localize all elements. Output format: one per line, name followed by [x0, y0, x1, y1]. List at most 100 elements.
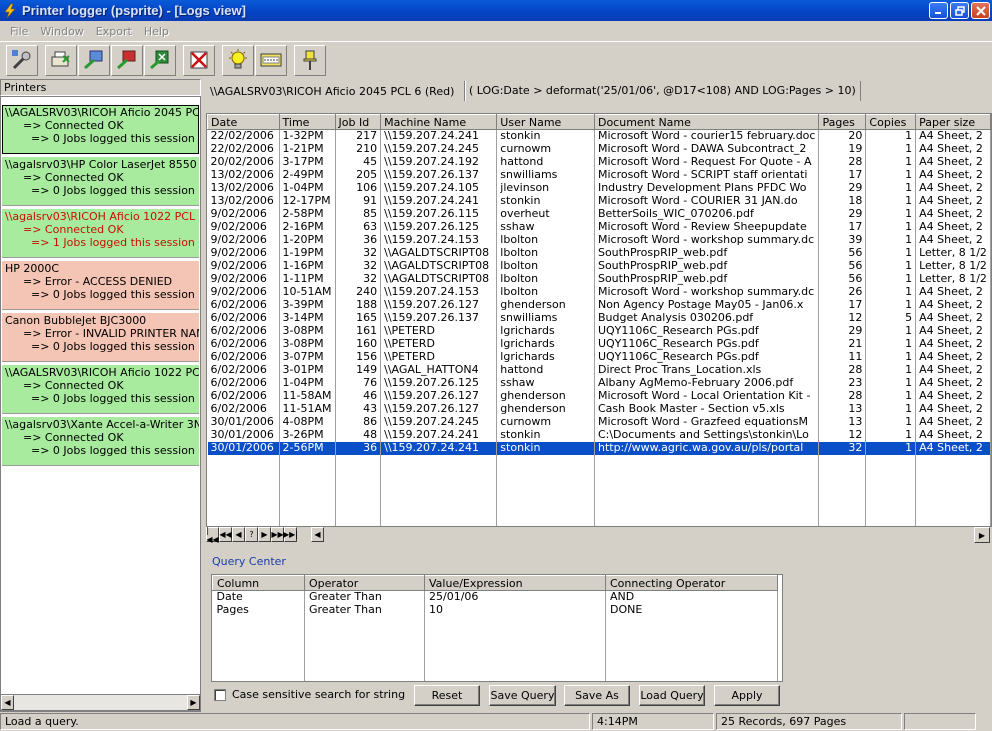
query-cell[interactable]: AND [605, 590, 778, 604]
view-log-button[interactable] [255, 44, 287, 76]
query-cell[interactable]: Pages [212, 603, 305, 617]
connect-printer-button[interactable] [78, 44, 110, 76]
next-record-button[interactable]: ▶ [258, 527, 271, 542]
log-row[interactable]: 22/02/2006 1-21PM 210 \\159.207.24.245 curno… [207, 142, 991, 156]
log-grid[interactable]: Date Time Job Id Machine Name User Name Docum… [206, 113, 992, 543]
prev-page-button[interactable]: ◀◀ [219, 527, 232, 542]
menu-window[interactable]: Window [34, 25, 89, 38]
query-cell[interactable]: 25/01/06 [424, 590, 606, 604]
column-header[interactable]: Machine Name [380, 114, 498, 130]
printer-entry[interactable]: \\agalsrv03\RICOH Aficio 1022 PCL 6 (=> … [2, 209, 199, 258]
log-row[interactable]: 6/02/2006 3-08PM 160 \\PETERD lgrichards UQY1… [207, 337, 991, 351]
column-header[interactable]: Pages [818, 114, 867, 130]
add-printer-button[interactable] [45, 44, 77, 76]
grid-scroll-right-button[interactable]: ▶ [974, 527, 990, 543]
log-cell: lbolton [496, 259, 595, 273]
save-as-button[interactable]: Save As [564, 685, 630, 706]
column-header[interactable]: Document Name [593, 114, 820, 130]
tip-button[interactable] [222, 44, 254, 76]
log-row[interactable]: 9/02/2006 1-11PM 32 \\AGALDTSCRIPT08 lbolton… [207, 272, 991, 286]
query-button[interactable]: ? [245, 527, 258, 542]
printer-entry[interactable]: HP 2000C => Error - ACCESS DENIED => 0 Job… [2, 261, 199, 310]
log-cell: 32 [335, 246, 382, 260]
load-query-button[interactable]: Load Query [639, 685, 705, 706]
log-row[interactable]: 9/02/2006 1-16PM 32 \\AGALDTSCRIPT08 lbolton… [207, 259, 991, 273]
query-cell[interactable]: Greater Than [304, 590, 425, 604]
delete-button[interactable] [183, 44, 215, 76]
query-conditions-grid[interactable]: Column Operator Value/Expression Connecting… [211, 574, 783, 682]
log-cell: 6/02/2006 [207, 376, 280, 390]
column-header[interactable]: Paper size [915, 114, 991, 130]
log-row[interactable]: 30/01/2006 4-08PM 86 \\159.207.24.245 curnow… [207, 415, 991, 429]
log-cell: A4 Sheet, 2 [915, 142, 991, 156]
pin-button[interactable] [294, 44, 326, 76]
log-row[interactable]: 9/02/2006 2-58PM 85 \\159.207.26.115 overheu… [207, 207, 991, 221]
log-row[interactable]: 22/02/2006 1-32PM 217 \\159.207.24.241 stonk… [207, 129, 991, 143]
column-header[interactable]: Copies [865, 114, 917, 130]
log-cell: 3-17PM [279, 155, 336, 169]
log-row[interactable]: 9/02/2006 1-19PM 32 \\AGALDTSCRIPT08 lbolton… [207, 246, 991, 260]
log-row[interactable]: 20/02/2006 3-17PM 45 \\159.207.24.192 hatton… [207, 155, 991, 169]
settings-tool-button[interactable] [6, 44, 38, 76]
scroll-left-button[interactable]: ◀ [1, 695, 14, 710]
printer-entry[interactable]: \\agalsrv03\HP Color LaserJet 8550 PS => … [2, 157, 199, 206]
log-row[interactable]: 13/02/2006 2-49PM 205 \\159.207.26.137 snwil… [207, 168, 991, 182]
printers-list[interactable]: \\AGALSRV03\RICOH Aficio 2045 PCL => Conn… [0, 96, 201, 712]
column-header[interactable]: Time [278, 114, 336, 130]
title-bar[interactable]: Printer logger (psprite) - [Logs view] [0, 0, 992, 21]
printer-entry[interactable]: \\AGALSRV03\RICOH Aficio 1022 PCL => Conn… [2, 365, 199, 414]
menu-help[interactable]: Help [138, 25, 175, 38]
log-row[interactable]: 6/02/2006 3-14PM 165 \\159.207.26.137 snwill… [207, 311, 991, 325]
log-row[interactable]: 9/02/2006 10-51AM 240 \\159.207.24.153 lbolt… [207, 285, 991, 299]
first-record-button[interactable]: |◀◀ [206, 526, 219, 544]
log-cell: 23 [818, 376, 867, 390]
prev-record-button[interactable]: ◀ [232, 527, 245, 542]
query-row[interactable]: Date Greater Than 25/01/06 AND [212, 590, 778, 604]
log-row[interactable]: 13/02/2006 12-17PM 91 \\159.207.24.241 stonk… [207, 194, 991, 208]
log-row[interactable]: 13/02/2006 1-04PM 106 \\159.207.24.105 jlevi… [207, 181, 991, 195]
apply-button[interactable]: Apply [714, 685, 780, 706]
menu-file[interactable]: File [4, 25, 34, 38]
remove-printer-button[interactable] [111, 44, 143, 76]
log-row[interactable]: 6/02/2006 3-01PM 149 \\AGAL_HATTON4 hattond D… [207, 363, 991, 377]
log-cell: Microsoft Word - workshop summary.dc [594, 233, 820, 247]
log-row[interactable]: 6/02/2006 3-07PM 156 \\PETERD lgrichards UQY1… [207, 350, 991, 364]
grid-scroll-left-button[interactable]: ◀ [311, 527, 324, 542]
log-row[interactable]: 6/02/2006 11-51AM 43 \\159.207.26.127 ghende… [207, 402, 991, 416]
case-sensitive-option[interactable]: Case sensitive search for string [214, 688, 405, 701]
menu-export[interactable]: Export [90, 25, 138, 38]
scroll-right-button[interactable]: ▶ [187, 695, 200, 710]
column-header[interactable]: User Name [496, 114, 595, 130]
log-row[interactable]: 6/02/2006 3-08PM 161 \\PETERD lgrichards UQY1… [207, 324, 991, 338]
log-row[interactable]: 9/02/2006 2-16PM 63 \\159.207.26.125 sshaw Mi… [207, 220, 991, 234]
close-button[interactable] [971, 2, 990, 19]
minimize-button[interactable] [929, 2, 948, 19]
log-row[interactable]: 9/02/2006 1-20PM 36 \\159.207.24.153 lbolton… [207, 233, 991, 247]
query-cell[interactable]: 10 [424, 603, 606, 617]
log-row[interactable]: 30/01/2006 3-26PM 48 \\159.207.24.241 stonki… [207, 428, 991, 442]
printer-entry[interactable]: Canon BubbleJet BJC3000 => Error - INVALI… [2, 313, 199, 362]
case-sensitive-checkbox[interactable] [214, 688, 226, 701]
export-excel-button[interactable] [144, 44, 176, 76]
column-header[interactable]: Date [207, 114, 280, 130]
restore-button[interactable] [950, 2, 969, 19]
save-query-button[interactable]: Save Query [489, 685, 556, 706]
log-cell: \\PETERD [380, 324, 498, 338]
query-row[interactable]: Pages Greater Than 10 DONE [212, 603, 778, 617]
last-record-button[interactable]: ▶▶| [283, 527, 298, 542]
log-cell: 1 [865, 142, 917, 156]
query-cell[interactable]: Greater Than [304, 603, 425, 617]
log-cell: 1-11PM [279, 272, 336, 286]
log-row[interactable]: 30/01/2006 2-56PM 36 \\159.207.24.241 stonki… [207, 441, 991, 455]
query-cell[interactable]: Date [212, 590, 305, 604]
reset-button[interactable]: Reset [414, 685, 480, 706]
printer-entry[interactable]: \\agalsrv03\Xante Accel-a-Writer 3N (X =>… [2, 417, 199, 466]
query-cell[interactable]: DONE [605, 603, 778, 617]
column-header[interactable]: Job Id [334, 114, 382, 130]
log-row[interactable]: 6/02/2006 11-58AM 46 \\159.207.26.127 ghende… [207, 389, 991, 403]
printer-entry[interactable]: \\AGALSRV03\RICOH Aficio 2045 PCL => Conn… [2, 105, 199, 154]
printers-horizontal-scrollbar[interactable]: ◀ ▶ [0, 694, 201, 711]
log-row[interactable]: 6/02/2006 1-04PM 76 \\159.207.26.125 sshaw Al… [207, 376, 991, 390]
log-cell: A4 Sheet, 2 [915, 350, 991, 364]
log-row[interactable]: 6/02/2006 3-39PM 188 \\159.207.26.127 ghende… [207, 298, 991, 312]
